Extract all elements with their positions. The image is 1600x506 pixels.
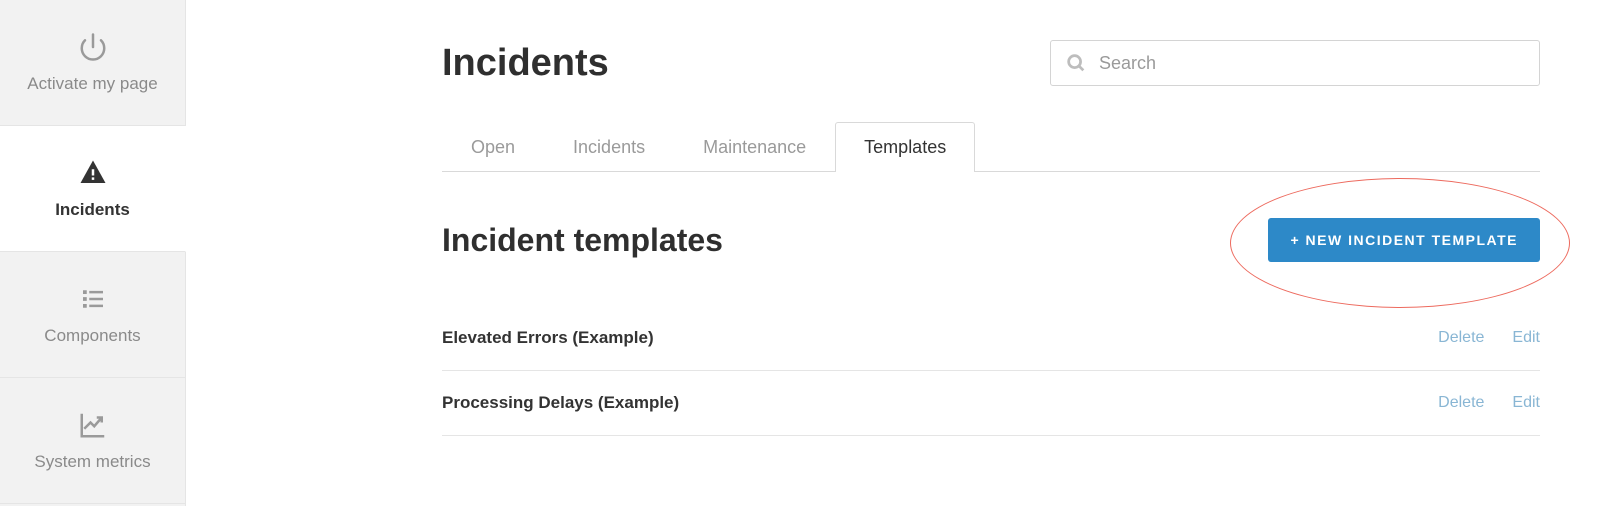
tab-maintenance[interactable]: Maintenance xyxy=(674,122,835,172)
template-name: Processing Delays (Example) xyxy=(442,393,679,413)
search-input-wrap[interactable] xyxy=(1050,40,1540,86)
sidebar-item-components[interactable]: Components xyxy=(0,252,185,378)
list-icon xyxy=(78,284,108,314)
section-title: Incident templates xyxy=(442,222,723,259)
delete-link[interactable]: Delete xyxy=(1438,394,1484,412)
sidebar: Activate my page Incidents Component xyxy=(0,0,186,506)
line-chart-icon xyxy=(78,410,108,440)
sidebar-item-label: System metrics xyxy=(34,452,150,472)
tab-open[interactable]: Open xyxy=(442,122,544,172)
template-name: Elevated Errors (Example) xyxy=(442,328,654,348)
main-content: Incidents Open Incidents Maintenance Tem… xyxy=(186,0,1600,506)
template-list: Elevated Errors (Example) Delete Edit Pr… xyxy=(442,306,1540,436)
sidebar-item-label: Components xyxy=(44,326,140,346)
page-title: Incidents xyxy=(442,42,609,85)
tabs: Open Incidents Maintenance Templates xyxy=(442,122,1540,172)
search-icon xyxy=(1065,52,1087,74)
tab-templates[interactable]: Templates xyxy=(835,122,975,172)
template-row: Elevated Errors (Example) Delete Edit xyxy=(442,306,1540,371)
power-icon xyxy=(78,32,108,62)
warning-icon xyxy=(78,158,108,188)
sidebar-item-metrics[interactable]: System metrics xyxy=(0,378,185,504)
template-row: Processing Delays (Example) Delete Edit xyxy=(442,371,1540,436)
sidebar-item-activate[interactable]: Activate my page xyxy=(0,0,185,126)
edit-link[interactable]: Edit xyxy=(1512,394,1540,412)
delete-link[interactable]: Delete xyxy=(1438,329,1484,347)
sidebar-item-label: Incidents xyxy=(55,200,130,220)
new-incident-template-button[interactable]: + NEW INCIDENT TEMPLATE xyxy=(1268,218,1540,262)
sidebar-item-label: Activate my page xyxy=(27,74,157,94)
edit-link[interactable]: Edit xyxy=(1512,329,1540,347)
tab-incidents[interactable]: Incidents xyxy=(544,122,674,172)
search-input[interactable] xyxy=(1099,53,1525,74)
sidebar-item-incidents[interactable]: Incidents xyxy=(0,126,186,252)
